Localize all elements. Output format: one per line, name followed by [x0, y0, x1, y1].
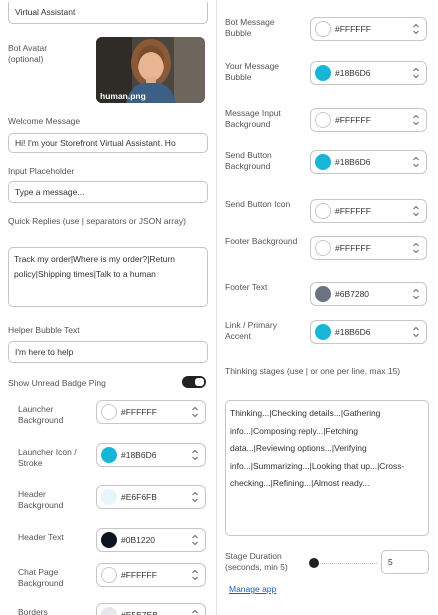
color-swatch[interactable]	[315, 240, 331, 256]
color-hex-value[interactable]: #E5E7EB	[121, 604, 158, 615]
color-field-label: Your Message Bubble	[225, 61, 280, 82]
color-picker-field[interactable]: #6B7280	[310, 282, 427, 306]
chevron-updown-icon[interactable]	[411, 204, 421, 218]
color-hex-value[interactable]: #FFFFFF	[335, 109, 371, 131]
chevron-updown-icon[interactable]	[411, 22, 421, 36]
chevron-updown-icon[interactable]	[190, 568, 200, 582]
left-settings-column: Virtual Assistant Bot Avatar (optional) …	[8, 0, 213, 615]
input-placeholder-label: Input Placeholder	[8, 166, 75, 176]
unread-badge-label: Show Unread Badge Ping	[8, 378, 106, 388]
chevron-updown-icon[interactable]	[190, 405, 200, 419]
color-field-label: Footer Background	[225, 236, 298, 246]
color-field-label: Header Text	[18, 532, 64, 542]
chevron-updown-icon[interactable]	[411, 241, 421, 255]
bot-avatar-label: Bot Avatar (optional)	[8, 43, 48, 64]
color-picker-field[interactable]: #FFFFFF	[310, 17, 427, 41]
avatar-filename: human.png	[100, 91, 146, 101]
stage-duration-label: Stage Duration (seconds, min 5)	[225, 551, 288, 572]
color-field-label: Launcher Background	[18, 404, 64, 425]
input-placeholder-input[interactable]: Type a message...	[8, 181, 208, 203]
color-hex-value[interactable]: #0B1220	[121, 529, 155, 551]
color-swatch[interactable]	[101, 607, 117, 615]
chevron-updown-icon[interactable]	[411, 113, 421, 127]
color-field-label: Bot Message Bubble	[225, 17, 275, 38]
quick-replies-textarea[interactable]: Track my order|Where is my order?|Return…	[8, 247, 208, 307]
thinking-stages-textarea[interactable]: Thinking...|Checking details...|Gatherin…	[225, 400, 429, 536]
color-picker-field[interactable]: #18B6D6	[310, 320, 427, 344]
color-swatch[interactable]	[315, 203, 331, 219]
color-swatch[interactable]	[101, 404, 117, 420]
stage-duration-input[interactable]: 5	[381, 550, 429, 574]
bot-avatar-image[interactable]: human.png	[96, 37, 205, 103]
unread-badge-toggle[interactable]	[182, 376, 206, 388]
color-picker-field[interactable]: #FFFFFF	[310, 236, 427, 260]
color-swatch[interactable]	[101, 447, 117, 463]
color-field-label: Footer Text	[225, 282, 268, 292]
manage-app-link[interactable]: Manage app	[229, 584, 276, 594]
helper-bubble-input[interactable]: I'm here to help	[8, 341, 208, 363]
color-picker-field[interactable]: #FFFFFF	[96, 563, 206, 587]
color-hex-value[interactable]: #FFFFFF	[335, 200, 371, 222]
color-hex-value[interactable]: #FFFFFF	[335, 237, 371, 259]
assistant-name-input[interactable]: Virtual Assistant	[8, 2, 208, 24]
chevron-updown-icon[interactable]	[411, 325, 421, 339]
color-field-label: Send Button Background	[225, 150, 272, 171]
color-field-label: Launcher Icon / Stroke	[18, 447, 77, 468]
color-swatch[interactable]	[101, 567, 117, 583]
color-swatch[interactable]	[315, 286, 331, 302]
stage-duration-slider-handle[interactable]	[309, 558, 319, 568]
color-picker-field[interactable]: #18B6D6	[96, 443, 206, 467]
color-swatch[interactable]	[315, 112, 331, 128]
color-swatch[interactable]	[315, 324, 331, 340]
chevron-updown-icon[interactable]	[190, 448, 200, 462]
color-picker-field[interactable]: #18B6D6	[310, 150, 427, 174]
chevron-updown-icon[interactable]	[411, 66, 421, 80]
color-field-label: Link / Primary Accent	[225, 320, 277, 341]
quick-replies-label: Quick Replies (use | separators or JSON …	[8, 216, 186, 226]
color-hex-value[interactable]: #18B6D6	[121, 444, 156, 466]
color-hex-value[interactable]: #FFFFFF	[335, 18, 371, 40]
thinking-stages-label: Thinking stages (use | or one per line, …	[225, 366, 401, 376]
chevron-updown-icon[interactable]	[190, 490, 200, 504]
color-picker-field[interactable]: #18B6D6	[310, 61, 427, 85]
welcome-message-input[interactable]: Hi! I'm your Storefront Virtual Assistan…	[8, 133, 208, 153]
color-field-label: Header Background	[18, 489, 64, 510]
color-field-label: Chat Page Background	[18, 567, 64, 588]
color-swatch[interactable]	[315, 65, 331, 81]
chevron-updown-icon[interactable]	[411, 287, 421, 301]
color-swatch[interactable]	[101, 532, 117, 548]
color-hex-value[interactable]: #E6F6FB	[121, 486, 157, 508]
color-picker-field[interactable]: #E6F6FB	[96, 485, 206, 509]
color-field-label: Message Input Background	[225, 108, 281, 129]
color-hex-value[interactable]: #18B6D6	[335, 321, 370, 343]
color-picker-field[interactable]: #FFFFFF	[96, 400, 206, 424]
color-swatch[interactable]	[315, 21, 331, 37]
color-hex-value[interactable]: #6B7280	[335, 283, 369, 305]
color-swatch[interactable]	[101, 489, 117, 505]
color-hex-value[interactable]: #18B6D6	[335, 62, 370, 84]
welcome-message-label: Welcome Message	[8, 116, 81, 126]
chevron-updown-icon[interactable]	[190, 533, 200, 547]
helper-bubble-label: Helper Bubble Text	[8, 325, 80, 335]
color-hex-value[interactable]: #FFFFFF	[121, 564, 157, 586]
chevron-updown-icon[interactable]	[190, 608, 200, 615]
toggle-knob	[195, 378, 204, 386]
color-hex-value[interactable]: #18B6D6	[335, 151, 370, 173]
color-picker-field[interactable]: #0B1220	[96, 528, 206, 552]
color-picker-field[interactable]: #FFFFFF	[310, 199, 427, 223]
chevron-updown-icon[interactable]	[411, 155, 421, 169]
color-hex-value[interactable]: #FFFFFF	[121, 401, 157, 423]
stage-duration-slider-track[interactable]	[313, 563, 377, 564]
right-settings-column: Bot Message Bubble #FFFFFF Your Message Bu…	[216, 0, 438, 615]
color-field-label: Send Button Icon	[225, 199, 291, 209]
color-picker-field[interactable]: #FFFFFF	[310, 108, 427, 132]
color-picker-field[interactable]: #E5E7EB	[96, 603, 206, 615]
color-swatch[interactable]	[315, 154, 331, 170]
color-field-label: Borders	[18, 607, 48, 615]
